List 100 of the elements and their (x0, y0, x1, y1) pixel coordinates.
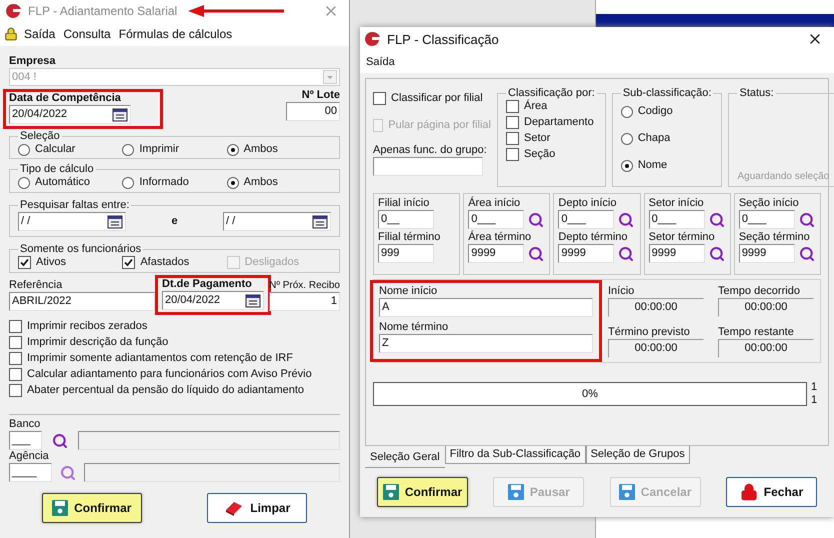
input-field[interactable]: Z (379, 334, 593, 353)
time-display: 00:00:00 (718, 338, 814, 358)
field-label: Depto início (558, 197, 618, 210)
group-title: Seleção (19, 130, 61, 143)
field-label: Agência (9, 450, 50, 463)
search-icon[interactable] (708, 246, 725, 262)
search-icon[interactable] (708, 212, 725, 228)
input-field[interactable]: 9999 (738, 244, 795, 263)
checkbox-label: Afastados (140, 256, 190, 269)
checkbox-label: Pular página por filial (388, 119, 491, 132)
action-button[interactable]: Limpar (207, 493, 308, 523)
calendar-icon[interactable] (245, 294, 261, 308)
action-button[interactable]: Confirmar (377, 477, 468, 507)
padlock-icon (4, 27, 18, 41)
checkbox[interactable] (9, 368, 22, 381)
input-field[interactable]: ___ (9, 431, 42, 450)
checkbox[interactable] (506, 116, 519, 129)
time-display: 00:00:00 (608, 338, 704, 358)
calendar-icon[interactable] (312, 214, 328, 228)
search-icon[interactable] (798, 246, 815, 262)
input-field[interactable]: 9999 (558, 244, 614, 263)
action-button[interactable]: Fechar (726, 477, 817, 507)
search-icon[interactable] (618, 212, 634, 228)
group-title: Tipo de cálculo (19, 163, 95, 176)
input-field[interactable]: 0__ (378, 210, 434, 229)
input-field[interactable]: 9999 (468, 244, 524, 263)
radio-label: Chapa (638, 132, 670, 145)
date-field[interactable]: 20/04/2022 (9, 105, 131, 124)
calendar-icon[interactable] (112, 108, 128, 122)
input-field[interactable]: 999 (378, 244, 434, 263)
field-label: Banco (9, 418, 42, 431)
menu-item[interactable]: Fórmulas de cálculos (118, 28, 232, 40)
input-field[interactable] (373, 157, 483, 176)
search-icon[interactable] (798, 212, 815, 228)
radio-button[interactable] (18, 144, 30, 156)
search-icon[interactable] (528, 212, 544, 228)
checkbox[interactable] (373, 92, 386, 105)
input-field[interactable]: 1 (269, 292, 340, 311)
checkbox[interactable] (9, 384, 22, 397)
action-button[interactable]: Confirmar (42, 493, 142, 523)
field-label: Empresa (9, 55, 56, 68)
input-field[interactable]: 0___ (558, 210, 614, 229)
radio-button[interactable] (226, 144, 239, 156)
calendar-icon[interactable] (107, 214, 123, 228)
group-title: Classificação por: (507, 87, 596, 100)
field-label: Depto término (558, 231, 628, 244)
checkbox[interactable] (9, 336, 22, 349)
radio-label: Nome (638, 159, 668, 172)
checkbox[interactable] (122, 256, 136, 269)
tab[interactable]: Seleção de Grupos (586, 446, 690, 464)
group-title: Status: (738, 87, 775, 100)
radio-button[interactable] (122, 144, 134, 156)
checkbox[interactable] (9, 320, 22, 333)
field-label: Seção término (738, 231, 811, 244)
field-label: Início (608, 285, 636, 298)
field-label: Seção início (738, 197, 800, 210)
radio-button[interactable] (620, 160, 633, 172)
status-text: Aguardando seleção (737, 170, 830, 183)
menu-item[interactable]: Saída (366, 56, 395, 68)
date-field[interactable]: / / (18, 212, 126, 231)
date-field[interactable]: / / (223, 212, 331, 231)
search-icon[interactable] (52, 432, 68, 448)
field-label: Setor início (648, 197, 705, 210)
separator-text: e (171, 215, 178, 228)
radio-button[interactable] (620, 132, 633, 144)
search-icon[interactable] (618, 246, 634, 262)
menu-item[interactable]: Saída (24, 28, 56, 40)
checkbox[interactable] (18, 256, 31, 269)
input-field[interactable]: 0___ (648, 210, 705, 229)
input-field[interactable]: ABRIL/2022 (9, 292, 155, 311)
input-field[interactable]: 00 (286, 102, 340, 121)
checkbox-label: Seção (524, 148, 556, 161)
search-icon[interactable] (528, 246, 544, 262)
eraser-icon (224, 500, 244, 516)
checkbox[interactable] (506, 100, 519, 113)
input-field[interactable]: 9999 (648, 244, 705, 263)
checkbox[interactable] (506, 148, 519, 161)
counter-text: 1 (811, 381, 818, 394)
field-label: Área início (468, 197, 522, 210)
tab[interactable]: Filtro da Sub-Classificação (444, 446, 586, 464)
field-label: Término previsto (608, 326, 691, 338)
radio-button[interactable] (122, 176, 134, 188)
checkbox[interactable] (9, 352, 22, 365)
date-field[interactable]: 20/04/2022 (162, 291, 264, 310)
search-icon[interactable] (60, 464, 76, 480)
checkbox[interactable] (506, 132, 519, 145)
field-label: Nº Lote (302, 89, 340, 102)
readonly-field[interactable] (78, 431, 340, 450)
field-label: Apenas func. do grupo: (373, 144, 488, 157)
input-field[interactable]: ____ (9, 463, 52, 482)
input-field[interactable]: A (379, 298, 593, 317)
radio-button[interactable] (226, 176, 239, 188)
menu-item[interactable]: Consulta (63, 28, 111, 40)
input-field[interactable]: 0___ (738, 210, 795, 229)
readonly-field[interactable] (84, 463, 340, 482)
radio-button[interactable] (18, 176, 30, 188)
input-field[interactable]: 0___ (468, 210, 524, 229)
window-title: FLP - Classificação (387, 32, 500, 46)
checkbox-label: Imprimir descrição da função (27, 336, 168, 349)
radio-button[interactable] (620, 106, 633, 118)
